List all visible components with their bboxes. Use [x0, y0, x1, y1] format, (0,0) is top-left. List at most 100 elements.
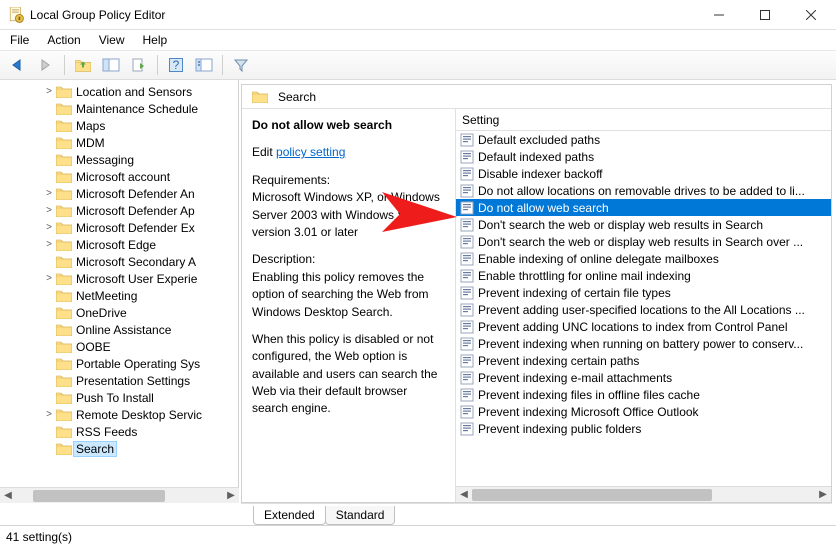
tree-item[interactable]: Online Assistance	[0, 321, 238, 338]
menu-view[interactable]: View	[99, 33, 125, 47]
tree-item[interactable]: Maps	[0, 117, 238, 134]
list-item[interactable]: Enable throttling for online mail indexi…	[456, 267, 831, 284]
list-item[interactable]: Prevent indexing when running on battery…	[456, 335, 831, 352]
tree-expand-icon[interactable]	[44, 120, 54, 131]
list-item[interactable]: Don't search the web or display web resu…	[456, 216, 831, 233]
tree-item[interactable]: >Location and Sensors	[0, 83, 238, 100]
tree-expand-icon[interactable]	[44, 290, 54, 301]
edit-policy-link[interactable]: policy setting	[276, 145, 345, 159]
list-item[interactable]: Don't search the web or display web resu…	[456, 233, 831, 250]
tree-expand-icon[interactable]	[44, 392, 54, 403]
tree-item[interactable]: MDM	[0, 134, 238, 151]
tree-item[interactable]: Presentation Settings	[0, 372, 238, 389]
tree-item[interactable]: NetMeeting	[0, 287, 238, 304]
list-item[interactable]: Prevent indexing e-mail attachments	[456, 369, 831, 386]
tree-panel[interactable]: >Location and Sensors Maintenance Schedu…	[0, 80, 239, 503]
tree-expand-icon[interactable]	[44, 341, 54, 352]
folder-icon	[56, 289, 72, 302]
scroll-left-icon[interactable]: ◀	[0, 488, 16, 504]
tree-item[interactable]: Push To Install	[0, 389, 238, 406]
list-item[interactable]: Prevent adding user-specified locations …	[456, 301, 831, 318]
setting-icon	[460, 286, 474, 300]
tree-expand-icon[interactable]: >	[44, 239, 54, 250]
maximize-button[interactable]	[742, 0, 788, 30]
tree-expand-icon[interactable]: >	[44, 86, 54, 97]
minimize-button[interactable]	[696, 0, 742, 30]
tree-item-label: MDM	[76, 136, 105, 150]
list-header[interactable]: Setting	[456, 109, 831, 131]
list-item[interactable]: Prevent indexing files in offline files …	[456, 386, 831, 403]
tree-item[interactable]: OneDrive	[0, 304, 238, 321]
forward-button[interactable]	[34, 54, 58, 76]
list-h-scrollbar[interactable]: ◀ ▶	[456, 486, 831, 502]
tree-h-scrollbar[interactable]: ◀ ▶	[0, 487, 239, 503]
folder-icon	[56, 85, 72, 98]
list-item[interactable]: Prevent indexing Microsoft Office Outloo…	[456, 403, 831, 420]
tab-standard[interactable]: Standard	[325, 506, 396, 525]
tree-item-label: Portable Operating Sys	[76, 357, 200, 371]
up-button[interactable]	[71, 54, 95, 76]
tree-item[interactable]: Messaging	[0, 151, 238, 168]
properties-button[interactable]	[192, 54, 216, 76]
list-item[interactable]: Do not allow web search	[456, 199, 831, 216]
folder-icon	[56, 187, 72, 200]
filter-button[interactable]	[229, 54, 253, 76]
tree-expand-icon[interactable]: >	[44, 205, 54, 216]
tree-expand-icon[interactable]: >	[44, 273, 54, 284]
folder-icon	[56, 136, 72, 149]
export-button[interactable]	[127, 54, 151, 76]
tree-expand-icon[interactable]: >	[44, 188, 54, 199]
tree-item[interactable]: >Microsoft Defender Ex	[0, 219, 238, 236]
tree-item[interactable]: Search	[0, 440, 238, 457]
tree-item-label: Presentation Settings	[76, 374, 190, 388]
tree-item[interactable]: RSS Feeds	[0, 423, 238, 440]
tree-item[interactable]: Microsoft Secondary A	[0, 253, 238, 270]
tree-expand-icon[interactable]	[44, 103, 54, 114]
tree-item-label: Maps	[76, 119, 105, 133]
menu-file[interactable]: File	[10, 33, 29, 47]
setting-icon	[460, 269, 474, 283]
tree-item[interactable]: Portable Operating Sys	[0, 355, 238, 372]
setting-icon	[460, 133, 474, 147]
list-item[interactable]: Default indexed paths	[456, 148, 831, 165]
tree-item[interactable]: >Microsoft User Experie	[0, 270, 238, 287]
menu-help[interactable]: Help	[143, 33, 168, 47]
tree-expand-icon[interactable]	[44, 443, 54, 454]
tree-expand-icon[interactable]: >	[44, 222, 54, 233]
tree-item[interactable]: OOBE	[0, 338, 238, 355]
tree-item[interactable]: >Microsoft Defender Ap	[0, 202, 238, 219]
tree-expand-icon[interactable]	[44, 375, 54, 386]
tab-extended[interactable]: Extended	[253, 506, 326, 525]
help-button[interactable]: ?	[164, 54, 188, 76]
tree-expand-icon[interactable]: >	[44, 409, 54, 420]
scroll-right-icon[interactable]: ▶	[815, 487, 831, 503]
back-button[interactable]	[6, 54, 30, 76]
menu-action[interactable]: Action	[47, 33, 80, 47]
settings-list[interactable]: Setting Default excluded pathsDefault in…	[455, 109, 831, 502]
tree-item[interactable]: Maintenance Schedule	[0, 100, 238, 117]
list-item[interactable]: Disable indexer backoff	[456, 165, 831, 182]
tree-expand-icon[interactable]	[44, 426, 54, 437]
list-item[interactable]: Enable indexing of online delegate mailb…	[456, 250, 831, 267]
tree-item[interactable]: >Remote Desktop Servic	[0, 406, 238, 423]
scroll-right-icon[interactable]: ▶	[223, 488, 239, 504]
tree-expand-icon[interactable]	[44, 324, 54, 335]
tree-item[interactable]: >Microsoft Defender An	[0, 185, 238, 202]
tree-expand-icon[interactable]	[44, 307, 54, 318]
show-hide-tree-button[interactable]	[99, 54, 123, 76]
tree-expand-icon[interactable]	[44, 171, 54, 182]
close-button[interactable]	[788, 0, 834, 30]
list-item[interactable]: Prevent indexing public folders	[456, 420, 831, 437]
tree-item[interactable]: Microsoft account	[0, 168, 238, 185]
scroll-left-icon[interactable]: ◀	[456, 487, 472, 503]
list-item[interactable]: Default excluded paths	[456, 131, 831, 148]
tree-expand-icon[interactable]	[44, 154, 54, 165]
tree-expand-icon[interactable]	[44, 358, 54, 369]
tree-item[interactable]: >Microsoft Edge	[0, 236, 238, 253]
list-item[interactable]: Do not allow locations on removable driv…	[456, 182, 831, 199]
tree-expand-icon[interactable]	[44, 137, 54, 148]
list-item[interactable]: Prevent indexing of certain file types	[456, 284, 831, 301]
tree-expand-icon[interactable]	[44, 256, 54, 267]
list-item[interactable]: Prevent adding UNC locations to index fr…	[456, 318, 831, 335]
list-item[interactable]: Prevent indexing certain paths	[456, 352, 831, 369]
